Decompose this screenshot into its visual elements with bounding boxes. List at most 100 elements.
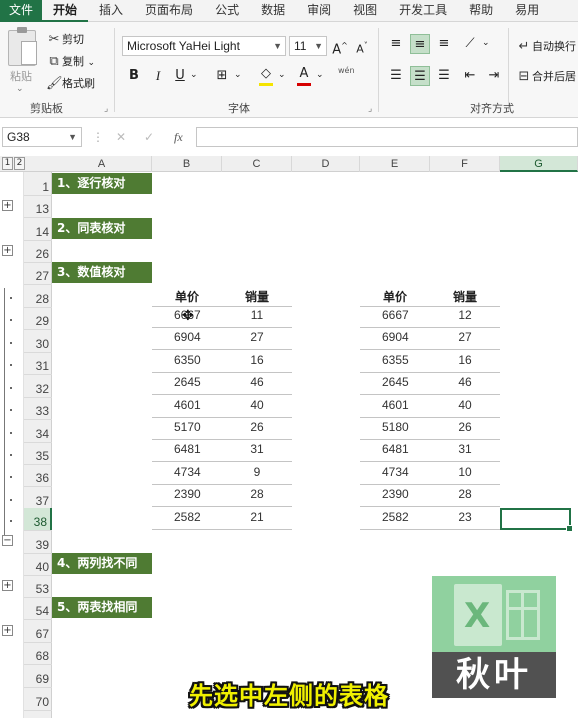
row-header-1[interactable]: 1: [24, 173, 52, 195]
tab-page-layout[interactable]: 页面布局: [134, 0, 204, 22]
sales-cell[interactable]: 11: [222, 308, 292, 322]
wrap-text-button[interactable]: ↵ 自动换行: [516, 38, 576, 55]
sales-cell[interactable]: 46: [222, 375, 292, 389]
sales-cell[interactable]: 26: [430, 420, 500, 434]
tab-formulas[interactable]: 公式: [204, 0, 250, 22]
price-cell[interactable]: 6355: [382, 353, 430, 367]
cut-button[interactable]: ✂ 剪切: [46, 31, 84, 48]
collapse-group-button[interactable]: −: [2, 535, 13, 546]
sales-cell[interactable]: 26: [222, 420, 292, 434]
sales-cell[interactable]: 16: [430, 353, 500, 367]
row-header-68[interactable]: 68: [24, 642, 52, 664]
name-box[interactable]: G38 ▼: [2, 127, 82, 147]
align-bottom-icon[interactable]: ≡: [434, 34, 454, 54]
tab-help[interactable]: 帮助: [458, 0, 504, 22]
row-header-34[interactable]: 34: [24, 420, 52, 442]
row-header-13[interactable]: 13: [24, 195, 52, 217]
price-cell[interactable]: 5170: [174, 420, 222, 434]
price-cell[interactable]: 2645: [174, 375, 222, 389]
italic-button[interactable]: I: [148, 66, 168, 86]
confirm-icon[interactable]: ✓: [144, 127, 154, 147]
price-cell[interactable]: 4734: [382, 465, 430, 479]
row-header-30[interactable]: 30: [24, 330, 52, 352]
price-cell[interactable]: 2390: [174, 487, 222, 501]
sales-cell[interactable]: 12: [430, 308, 500, 322]
row-header-67[interactable]: 67: [24, 620, 52, 642]
tab-view[interactable]: 视图: [342, 0, 388, 22]
phonetic-guide-icon[interactable]: wén: [338, 66, 355, 75]
price-cell[interactable]: 2390: [382, 487, 430, 501]
row-header-33[interactable]: 33: [24, 397, 52, 419]
underline-button[interactable]: U: [170, 66, 190, 86]
price-cell[interactable]: 6350: [174, 353, 222, 367]
align-right-icon[interactable]: ☰: [434, 66, 454, 86]
tab-insert[interactable]: 插入: [88, 0, 134, 22]
chevron-down-icon[interactable]: ⌄: [278, 70, 286, 80]
tab-data[interactable]: 数据: [250, 0, 296, 22]
tab-home[interactable]: 开始: [42, 0, 89, 22]
sales-cell[interactable]: 28: [222, 487, 292, 501]
font-size-select[interactable]: 11 ▼: [289, 36, 327, 56]
price-cell[interactable]: 4601: [174, 398, 222, 412]
table-header-price[interactable]: 单价: [152, 288, 222, 305]
row-header-26[interactable]: 26: [24, 240, 52, 262]
section-header[interactable]: 3、数值核对: [52, 262, 152, 283]
sales-cell[interactable]: 27: [222, 330, 292, 344]
price-cell[interactable]: 2582: [382, 510, 430, 524]
align-top-icon[interactable]: ≡: [386, 34, 406, 54]
font-color-icon[interactable]: A: [294, 64, 314, 84]
sales-cell[interactable]: 23: [430, 510, 500, 524]
section-header[interactable]: 4、两列找不同: [52, 553, 152, 574]
expand-group-button[interactable]: +: [2, 245, 13, 256]
sales-cell[interactable]: 31: [430, 442, 500, 456]
paste-icon[interactable]: [8, 27, 37, 66]
price-cell[interactable]: 4734: [174, 465, 222, 479]
expand-group-button[interactable]: +: [2, 200, 13, 211]
column-header-g[interactable]: G: [500, 156, 578, 172]
cancel-icon[interactable]: ✕: [116, 127, 126, 147]
sales-cell[interactable]: 40: [430, 398, 500, 412]
insert-function-icon[interactable]: fx: [174, 127, 183, 147]
align-center-icon[interactable]: ☰: [410, 66, 430, 86]
column-header-b[interactable]: B: [152, 156, 222, 172]
row-header-36[interactable]: 36: [24, 464, 52, 486]
row-header-37[interactable]: 37: [24, 487, 52, 509]
table-header-sales[interactable]: 销量: [430, 288, 500, 305]
grow-font-button[interactable]: A^: [330, 36, 350, 57]
chevron-down-icon[interactable]: ⌄: [190, 70, 198, 80]
copy-button[interactable]: ⧉ 复制 ⌄: [46, 53, 95, 70]
sales-cell[interactable]: 27: [430, 330, 500, 344]
sales-cell[interactable]: 10: [430, 465, 500, 479]
outline-level-2-button[interactable]: 2: [14, 157, 25, 170]
sales-cell[interactable]: 46: [430, 375, 500, 389]
row-header-32[interactable]: 32: [24, 375, 52, 397]
tab-easy[interactable]: 易用: [504, 0, 550, 22]
row-header-27[interactable]: 27: [24, 262, 52, 284]
increase-indent-icon[interactable]: ⇥: [484, 66, 504, 86]
sales-cell[interactable]: 31: [222, 442, 292, 456]
font-name-select[interactable]: Microsoft YaHei Light ▼: [122, 36, 286, 56]
expand-group-button[interactable]: +: [2, 580, 13, 591]
font-launcher-icon[interactable]: ⌟: [368, 104, 372, 114]
section-header[interactable]: 5、两表找相同: [52, 597, 152, 618]
price-cell[interactable]: 6667: [382, 308, 430, 322]
sales-cell[interactable]: 21: [222, 510, 292, 524]
table-header-price[interactable]: 单价: [360, 288, 430, 305]
tab-developer[interactable]: 开发工具: [388, 0, 458, 22]
column-header-f[interactable]: F: [430, 156, 500, 172]
formula-input[interactable]: [196, 127, 578, 147]
sales-cell[interactable]: 40: [222, 398, 292, 412]
column-header-d[interactable]: D: [292, 156, 360, 172]
shrink-font-button[interactable]: A˅: [352, 36, 372, 56]
clipboard-launcher-icon[interactable]: ⌟: [104, 104, 108, 114]
chevron-down-icon[interactable]: ⌄: [234, 70, 242, 80]
row-header-53[interactable]: 53: [24, 575, 52, 597]
price-cell[interactable]: 2582: [174, 510, 222, 524]
price-cell[interactable]: 4601: [382, 398, 430, 412]
tab-file[interactable]: 文件: [0, 0, 43, 22]
row-header-14[interactable]: 14: [24, 218, 52, 240]
sales-cell[interactable]: 28: [430, 487, 500, 501]
merge-center-button[interactable]: ⊟ 合并后居: [516, 68, 576, 85]
row-header-29[interactable]: 29: [24, 307, 52, 329]
orientation-icon[interactable]: ⟋: [460, 34, 480, 54]
